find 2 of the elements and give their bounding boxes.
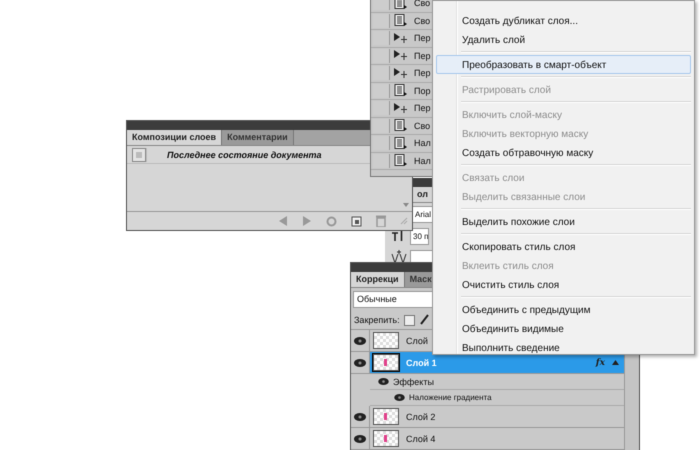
fx-icon: fx — [596, 358, 605, 368]
lock-label: Закрепить: — [354, 315, 400, 325]
